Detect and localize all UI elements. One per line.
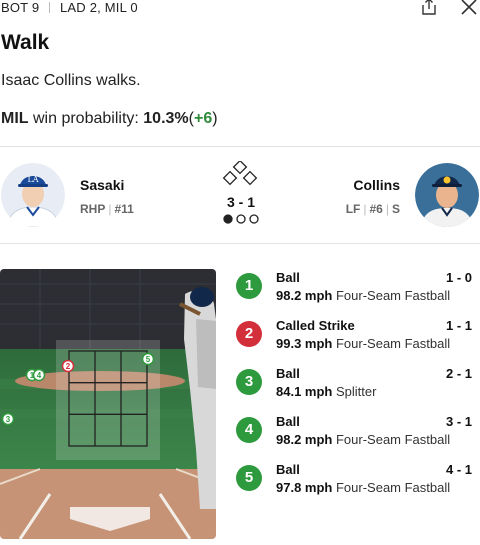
pitch-detail: 84.1 mph Splitter <box>276 384 376 399</box>
pitch-count: 2 - 1 <box>445 366 472 381</box>
pitch-item[interactable]: 3 Ball 2 - 1 84.1 mph Splitter <box>236 364 476 404</box>
win-probability: MIL win probability: 10.3%(+6) <box>1 110 218 128</box>
pitch-marker-label: 4 <box>37 371 42 380</box>
pitch-count: 3 - 1 <box>445 414 472 429</box>
pitch-count: 1 - 1 <box>445 318 472 333</box>
pitch-count: 4 - 1 <box>445 462 472 477</box>
pitch-type: Splitter <box>335 384 377 399</box>
pitch-type: Four-Seam Fastball <box>335 288 451 303</box>
divider <box>0 146 480 147</box>
pitch-item[interactable]: 2 Called Strike 1 - 1 99.3 mph Four-Seam… <box>236 316 476 356</box>
share-icon[interactable] <box>420 0 438 16</box>
pitch-type: Four-Seam Fastball <box>335 432 451 447</box>
batter-avatar[interactable] <box>415 163 479 227</box>
pitch-count: 1 - 0 <box>445 270 472 285</box>
pitch-speed: 98.2 mph <box>276 288 333 303</box>
play-description: Isaac Collins walks. <box>1 72 141 89</box>
pitch-detail: 98.2 mph Four-Seam Fastball <box>276 432 450 447</box>
third-base-icon <box>222 170 238 186</box>
first-base-icon <box>242 170 258 186</box>
pitch-result: Ball <box>276 366 300 381</box>
pitcher-info: RHP | #11 <box>80 202 134 216</box>
inning-label: BOT 9 <box>1 0 40 15</box>
pitch-marker-label: 5 <box>146 355 151 364</box>
close-icon[interactable] <box>460 0 478 16</box>
second-base-icon <box>232 159 248 175</box>
batter-number: #6 <box>369 202 383 216</box>
pitch-speed: 97.8 mph <box>276 480 333 495</box>
batter-bats: S <box>391 202 400 216</box>
pitcher-avatar[interactable]: LA <box>1 163 65 227</box>
pitcher-name[interactable]: Sasaki <box>80 177 124 193</box>
pitch-marker-label: 3 <box>6 415 11 424</box>
pitch-result: Ball <box>276 270 300 285</box>
win-prob-value: 10.3% <box>143 110 189 127</box>
win-prob-team: MIL <box>1 110 29 127</box>
status-divider <box>49 2 50 13</box>
ball-strike-count: 3 - 1 <box>226 194 255 210</box>
pitch-item[interactable]: 5 Ball 4 - 1 97.8 mph Four-Seam Fastball <box>236 460 476 500</box>
pitcher-number: #11 <box>114 202 134 216</box>
pitcher-position: RHP <box>80 202 106 216</box>
out-dot <box>223 214 233 224</box>
win-prob-close: ) <box>212 110 218 127</box>
pitch-number-badge: 2 <box>236 321 262 347</box>
base-diamond <box>221 159 261 191</box>
pitch-type: Four-Seam Fastball <box>335 336 451 351</box>
pitch-detail: 99.3 mph Four-Seam Fastball <box>276 336 450 351</box>
score-label: LAD 2, MIL 0 <box>60 0 138 15</box>
pitch-item[interactable]: 1 Ball 1 - 0 98.2 mph Four-Seam Fastball <box>236 268 476 308</box>
pitch-result: Called Strike <box>276 318 355 333</box>
pitch-marker-label: 2 <box>66 362 71 371</box>
win-prob-label: win probability: <box>33 110 139 127</box>
pitch-result: Ball <box>276 462 300 477</box>
pitch-type: Four-Seam Fastball <box>335 480 451 495</box>
pitch-speed: 99.3 mph <box>276 336 333 351</box>
pitch-detail: 97.8 mph Four-Seam Fastball <box>276 480 450 495</box>
batter-info: LF | #6 | S <box>345 202 400 216</box>
win-prob-change: +6 <box>193 110 213 127</box>
svg-text:LA: LA <box>27 175 38 184</box>
pitch-speed: 98.2 mph <box>276 432 333 447</box>
pitch-detail: 98.2 mph Four-Seam Fastball <box>276 288 450 303</box>
play-title: Walk <box>1 31 50 54</box>
pitch-item[interactable]: 4 Ball 3 - 1 98.2 mph Four-Seam Fastball <box>236 412 476 452</box>
pitch-number-badge: 3 <box>236 369 262 395</box>
out-dot <box>236 214 246 224</box>
outs-indicator <box>222 212 262 224</box>
batter-name[interactable]: Collins <box>353 177 400 193</box>
strike-zone-view[interactable]: 2 5 1 4 3 <box>0 269 216 539</box>
pitch-number-badge: 1 <box>236 273 262 299</box>
pitch-speed: 84.1 mph <box>276 384 333 399</box>
pitch-number-badge: 4 <box>236 417 262 443</box>
batter-position: LF <box>345 202 361 216</box>
pitch-number-badge: 5 <box>236 465 262 491</box>
game-status-bar: BOT 9 LAD 2, MIL 0 <box>0 0 480 16</box>
divider <box>0 243 480 244</box>
out-dot <box>249 214 259 224</box>
pitch-result: Ball <box>276 414 300 429</box>
